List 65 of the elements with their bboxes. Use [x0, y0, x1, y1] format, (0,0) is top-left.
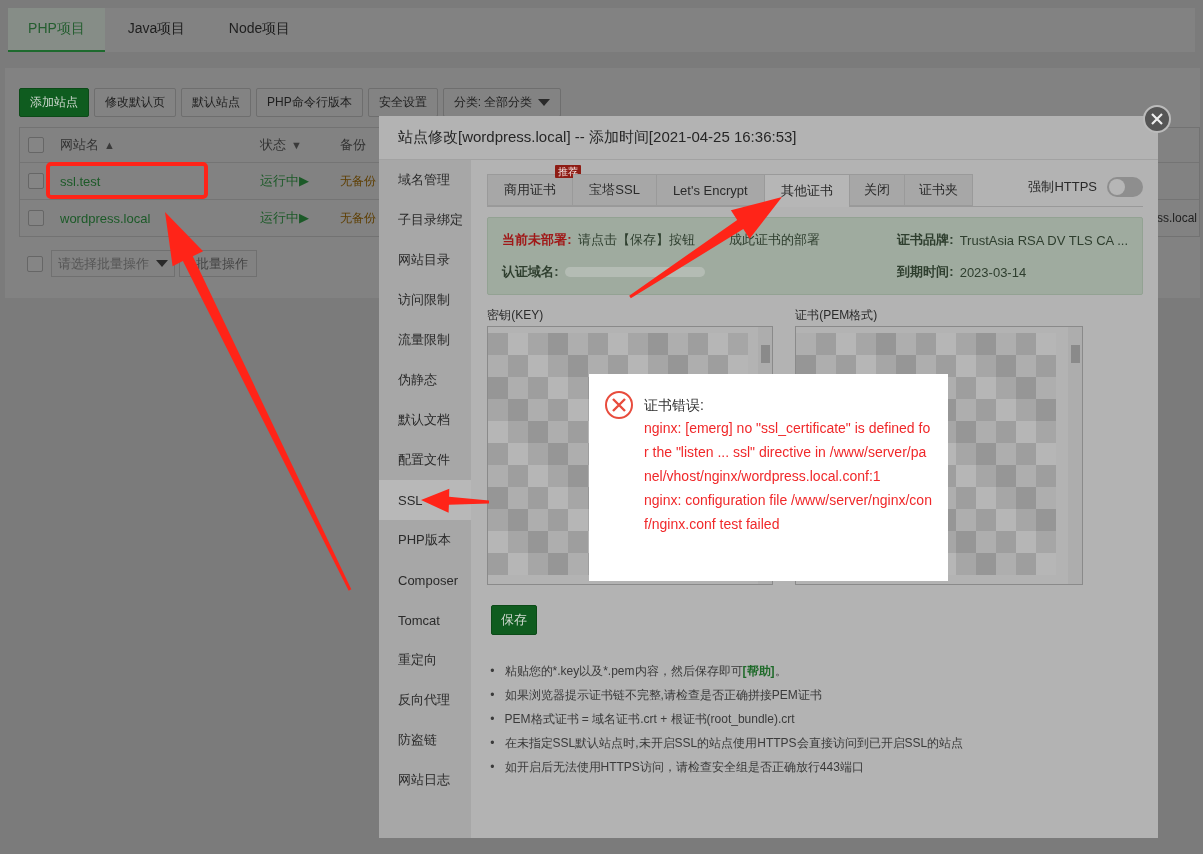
tip-text: 粘贴您的*.key以及*.pem内容，然后保存即可[帮助]。 [504, 663, 787, 680]
info-label: 当前未部署: [502, 231, 572, 249]
info-label: 到期时间: [897, 263, 954, 281]
bullet: • [490, 687, 495, 704]
save-button[interactable]: 保存 [491, 605, 538, 635]
error-icon [604, 390, 634, 420]
tip-text: 如开启后无法使用HTTPS访问，请检查安全组是否正确放行443端口 [504, 759, 864, 776]
bullet: • [490, 735, 495, 752]
ssl-tab[interactable]: 宝塔SSL [573, 174, 657, 206]
ssl-tab[interactable]: 证书夹 [904, 174, 973, 206]
checkbox[interactable] [28, 210, 44, 226]
sidebar-item[interactable]: 域名管理 [379, 160, 472, 200]
close-icon[interactable] [1150, 112, 1164, 126]
project-tab[interactable]: Node项目 [208, 8, 311, 52]
error-title: 证书错误: [644, 396, 705, 415]
sidebar-item[interactable]: 访问限制 [379, 280, 472, 320]
sidebar-item[interactable]: Composer [379, 560, 472, 600]
ssl-tab[interactable]: 关闭 [849, 174, 905, 206]
table-cell-text: ss.local [1156, 211, 1198, 225]
info-label: 证书品牌: [897, 231, 954, 249]
field-label: 证书(PEM格式) [795, 307, 879, 324]
sidebar-item[interactable]: 反向代理 [379, 680, 472, 720]
sidebar-item[interactable]: 重定向 [379, 640, 472, 680]
sidebar-item[interactable]: Tomcat [379, 600, 472, 640]
column-header: 备份 [340, 136, 366, 154]
sidebar-item[interactable]: 默认文档 [379, 400, 472, 440]
tip-text: 在未指定SSL默认站点时,未开启SSL的站点使用HTTPS会直接访问到已开启SSL的站点 [504, 735, 964, 752]
force-https-toggle[interactable] [1107, 176, 1143, 197]
ssl-tab[interactable]: Let's Encrypt [656, 174, 765, 206]
toolbar-button[interactable]: 安全设置 [367, 88, 438, 117]
column-header: 网站名 [60, 136, 99, 154]
info-value: TrustAsia RSA DV TLS CA ... [959, 232, 1128, 248]
bullet: • [490, 663, 495, 680]
sidebar-item[interactable]: 子目录绑定 [379, 200, 472, 240]
sidebar-item[interactable]: 网站目录 [379, 240, 472, 280]
checkbox[interactable] [28, 173, 44, 189]
toolbar-button[interactable]: 修改默认页 [94, 88, 176, 117]
project-tab[interactable]: Java项目 [105, 8, 208, 52]
help-link[interactable]: [帮助] [742, 664, 775, 678]
tip-text: 如果浏览器提示证书链不完整,请检查是否正确拼接PEM证书 [504, 687, 822, 704]
toolbar-button[interactable]: PHP命令行版本 [256, 88, 363, 117]
annotation-arrow [421, 488, 489, 513]
ssl-tab[interactable]: 其他证书 [764, 174, 850, 207]
bullet: • [490, 759, 495, 776]
tip-text: PEM格式证书 = 域名证书.crt + 根证书(root_bundle).crt [504, 711, 795, 728]
sidebar-item[interactable]: 配置文件 [379, 440, 472, 480]
toolbar-button[interactable]: 默认站点 [181, 88, 251, 117]
info-value: 2023-03-14 [959, 264, 1027, 280]
scrollbar[interactable] [1068, 327, 1083, 584]
field-label: 密钥(KEY) [487, 307, 545, 324]
force-https-label: 强制HTTPS [1028, 177, 1097, 196]
toolbar-button[interactable]: 添加站点 [19, 88, 89, 117]
category-dropdown[interactable]: 分类: 全部分类 [442, 88, 562, 117]
sidebar-item[interactable]: 流量限制 [379, 320, 472, 360]
sidebar-item[interactable]: 防盗链 [379, 720, 472, 760]
info-label: 认证域名: [502, 263, 559, 281]
bullet: • [490, 711, 495, 728]
error-message: nginx: configuration file /www/server/nginx/conf/nginx.conf test failed [644, 491, 933, 534]
column-header: 状态 [260, 136, 286, 154]
sidebar-item[interactable]: PHP版本 [379, 520, 472, 560]
sidebar-item[interactable]: 伪静态 [379, 360, 472, 400]
checkbox[interactable] [28, 137, 44, 153]
info-value: 请点击【保存】按钮 [577, 232, 695, 247]
sidebar-item[interactable]: 网站日志 [379, 760, 472, 800]
checkbox[interactable] [27, 255, 43, 272]
